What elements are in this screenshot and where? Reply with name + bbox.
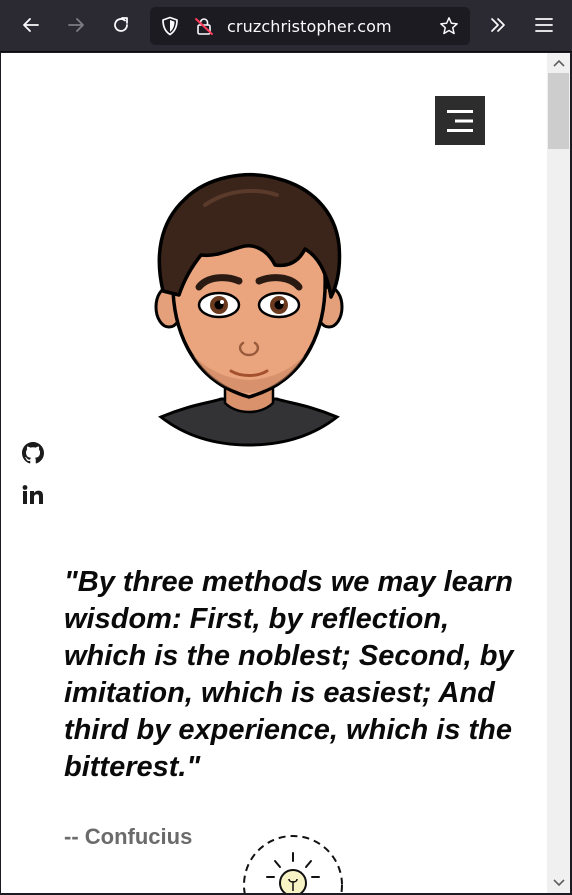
quote-text: "By three methods we may learn wisdom: F… <box>64 566 514 783</box>
back-arrow-icon[interactable] <box>15 9 47 41</box>
quote-author: -- Confucius <box>64 824 193 849</box>
hamburger-menu-icon[interactable] <box>528 9 560 41</box>
hamburger-menu-icon <box>447 109 473 132</box>
site-menu-button[interactable] <box>435 96 485 145</box>
linkedin-icon[interactable] <box>21 483 45 507</box>
url-bar[interactable]: cruzchristopher.com <box>150 7 470 45</box>
url-text[interactable]: cruzchristopher.com <box>227 17 392 36</box>
scrollbar-thumb[interactable] <box>548 73 569 149</box>
scroll-up-arrow-icon[interactable] <box>547 53 570 73</box>
memoji-avatar <box>154 173 344 447</box>
vertical-scrollbar[interactable] <box>547 53 570 893</box>
bookmark-star-icon[interactable] <box>439 16 459 36</box>
chevron-double-right-icon[interactable] <box>482 9 514 41</box>
lightbulb-icon <box>243 835 343 893</box>
page-viewport: "By three methods we may learn wisdom: F… <box>1 53 547 893</box>
scroll-down-arrow-icon[interactable] <box>547 873 570 893</box>
browser-toolbar: cruzchristopher.com <box>0 0 572 52</box>
tracking-protection-shield-icon[interactable] <box>160 16 180 36</box>
forward-arrow-icon[interactable] <box>60 9 92 41</box>
insecure-lock-icon[interactable] <box>194 16 214 36</box>
reload-icon[interactable] <box>105 9 137 41</box>
github-icon[interactable] <box>21 441 45 465</box>
